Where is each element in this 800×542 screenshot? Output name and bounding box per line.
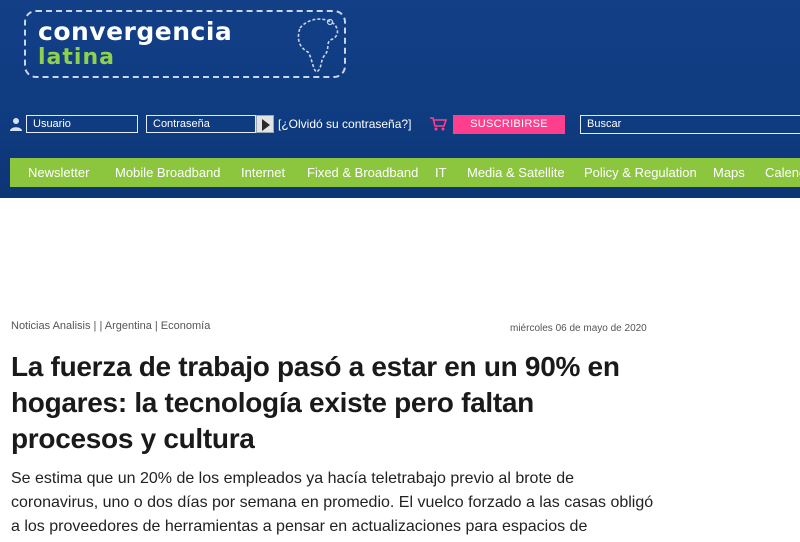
search-input[interactable]: Buscar bbox=[580, 115, 800, 134]
nav-item-mobile-broadband[interactable]: Mobile Broadband bbox=[115, 158, 221, 187]
logo-text-secondary: latina bbox=[38, 45, 115, 70]
nav-item-maps[interactable]: Maps bbox=[713, 158, 745, 187]
article-summary: Se estima que un 20% de los empleados ya… bbox=[11, 470, 654, 535]
site-header: Convergencia latina Usuario Contraseña [… bbox=[0, 0, 800, 198]
login-submit-button[interactable] bbox=[256, 115, 274, 133]
main-nav: Newsletter Mobile Broadband Internet Fix… bbox=[10, 158, 800, 187]
article-date: miércoles 06 de mayo de 2020 bbox=[510, 323, 647, 334]
nav-item-internet[interactable]: Internet bbox=[241, 158, 285, 187]
logo-text-primary: Convergencia bbox=[38, 17, 233, 46]
site-logo[interactable]: Convergencia latina bbox=[24, 10, 346, 78]
nav-item-policy-regulation[interactable]: Policy & Regulation bbox=[584, 158, 697, 187]
nav-item-fixed-broadband[interactable]: Fixed & Broadband bbox=[307, 158, 418, 187]
nav-item-calendar[interactable]: Calendar bbox=[765, 158, 800, 187]
login-bar: Usuario Contraseña [¿Olvidó su contraseñ… bbox=[0, 113, 800, 135]
nav-item-it[interactable]: IT bbox=[435, 158, 447, 187]
nav-item-media-satellite[interactable]: Media & Satellite bbox=[467, 158, 565, 187]
globe-icon bbox=[297, 18, 339, 73]
forgot-password-link[interactable]: [¿Olvidó su contraseña?] bbox=[278, 115, 411, 133]
nav-item-newsletter[interactable]: Newsletter bbox=[28, 158, 89, 187]
arrow-right-icon bbox=[262, 119, 270, 131]
username-field[interactable]: Usuario bbox=[26, 115, 138, 133]
article-title[interactable]: La fuerza de trabajo pasó a estar en un … bbox=[11, 349, 661, 457]
password-field[interactable]: Contraseña bbox=[146, 115, 256, 133]
cart-icon[interactable] bbox=[430, 116, 447, 132]
subscribe-button[interactable]: SUSCRIBIRSE bbox=[453, 115, 565, 134]
user-icon bbox=[10, 118, 22, 131]
article-categories[interactable]: Noticias Analisis | | Argentina | Econom… bbox=[11, 320, 210, 332]
